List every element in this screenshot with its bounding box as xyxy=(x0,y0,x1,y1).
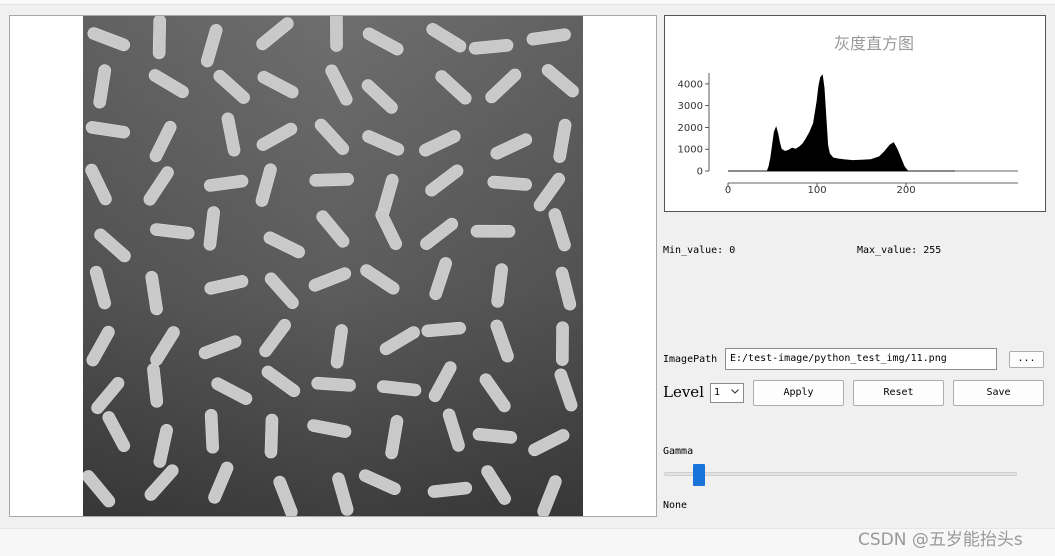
rice-grain xyxy=(264,413,279,459)
rice-grain xyxy=(330,16,343,52)
chevron-down-icon xyxy=(731,389,739,394)
level-selected-value: 1 xyxy=(714,387,721,398)
level-select[interactable]: 1 xyxy=(710,383,744,403)
apply-button[interactable]: Apply xyxy=(753,380,844,406)
y-tick-label: 4000 xyxy=(678,79,703,90)
x-tick-label: 0 xyxy=(725,185,731,196)
histogram-chart: 灰度直方图 0 100 20001000200030004000 xyxy=(678,34,1018,196)
max-value-label: Max_value: 255 xyxy=(857,245,942,256)
rice-grain xyxy=(204,408,219,454)
reset-button[interactable]: Reset xyxy=(853,380,944,406)
histogram-area xyxy=(728,74,955,172)
imagepath-label: ImagePath xyxy=(663,354,718,365)
save-button[interactable]: Save xyxy=(953,380,1044,406)
browse-button[interactable]: ... xyxy=(1009,351,1044,368)
watermark: CSDN @五岁能抬头s xyxy=(858,530,1023,550)
y-tick-label: 1000 xyxy=(678,145,703,156)
y-tick-label: 2000 xyxy=(678,123,703,134)
histogram-title: 灰度直方图 xyxy=(834,34,914,53)
x-tick-label: 100 xyxy=(807,185,826,196)
gamma-slider-handle[interactable] xyxy=(693,464,706,486)
histogram-panel: 灰度直方图 0 100 200 0 1000 2000 3000 4000 xyxy=(664,15,1046,212)
rice-grain xyxy=(309,173,354,187)
y-tick-label: 0 xyxy=(697,167,703,178)
level-label: Level xyxy=(663,383,704,401)
min-value-label: Min_value: 0 xyxy=(663,245,736,256)
rice-grain xyxy=(152,16,167,60)
gamma-slider-track[interactable] xyxy=(664,472,1017,476)
gamma-label: Gamma xyxy=(663,446,694,457)
histogram-axes: 0 100 20001000200030004000 xyxy=(678,73,1018,196)
rice-grain xyxy=(470,224,516,238)
rice-grain xyxy=(556,321,569,366)
imagepath-input[interactable]: E:/test-image/python_test_img/11.png xyxy=(725,348,997,370)
image-view xyxy=(9,15,657,517)
x-tick-label: 200 xyxy=(896,185,915,196)
top-strip xyxy=(0,0,1055,5)
rice-grain xyxy=(311,376,356,392)
gamma-value-label: None xyxy=(663,500,688,511)
rice-image xyxy=(83,16,583,516)
y-tick-label: 3000 xyxy=(678,101,703,112)
